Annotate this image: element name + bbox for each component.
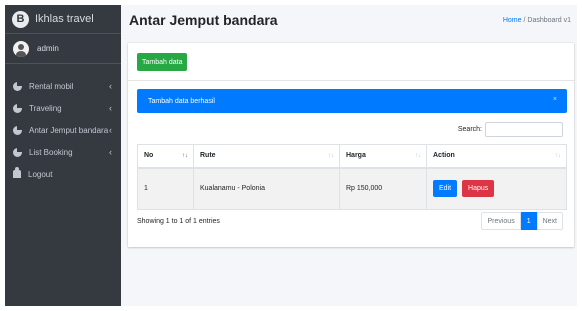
user-panel[interactable]: admin xyxy=(5,34,121,64)
user-icon xyxy=(13,167,21,178)
sidebar-nav: Rental mobil ‹ Traveling ‹ Antar Jemput … xyxy=(5,64,121,185)
user-name: admin xyxy=(37,44,59,53)
table-header-row: No ↑↓ Rute ↑↓ Harga ↑↓ Action ↑↓ xyxy=(137,144,567,169)
column-header-label: Action xyxy=(433,152,455,160)
breadcrumb: Home / Dashboard v1 xyxy=(503,17,571,24)
cell-harga: Rp 150,000 xyxy=(339,167,427,210)
circle-icon xyxy=(13,103,22,113)
sidebar-item-logout[interactable]: Logout xyxy=(5,163,121,185)
avatar xyxy=(13,40,29,57)
pagination-previous[interactable]: Previous xyxy=(481,212,521,230)
breadcrumb-separator: / xyxy=(523,17,526,24)
search-label: Search: xyxy=(457,126,482,133)
column-header-label: Rute xyxy=(200,152,216,160)
column-header-no[interactable]: No ↑↓ xyxy=(137,144,194,169)
sidebar-item-label: Rental mobil xyxy=(29,81,74,91)
cell-no: 1 xyxy=(137,167,194,210)
column-header-rute[interactable]: Rute ↑↓ xyxy=(193,144,340,169)
circle-icon xyxy=(13,125,22,135)
pagination-page[interactable]: 1 xyxy=(520,212,537,230)
data-card: Tambah data Tambah data berhasil × Searc… xyxy=(128,43,574,247)
sidebar-item-list-booking[interactable]: List Booking ‹ xyxy=(5,141,121,163)
breadcrumb-current: Dashboard v1 xyxy=(527,17,571,24)
delete-button[interactable]: Hapus xyxy=(462,180,495,198)
circle-icon xyxy=(13,81,22,91)
sort-icon: ↑↓ xyxy=(328,153,334,159)
sidebar-item-label: List Booking xyxy=(29,147,73,157)
column-header-action[interactable]: Action ↑↓ xyxy=(426,144,567,169)
search-input[interactable] xyxy=(485,122,563,137)
pagination: Previous 1 Next xyxy=(481,212,563,230)
chevron-left-icon: ‹ xyxy=(109,81,112,91)
close-icon[interactable]: × xyxy=(553,96,557,103)
breadcrumb-home-link[interactable]: Home xyxy=(503,17,522,24)
column-header-harga[interactable]: Harga ↑↓ xyxy=(339,144,427,169)
sidebar-item-antar-jemput-bandara[interactable]: Antar Jemput bandara ‹ xyxy=(5,119,121,141)
chevron-left-icon: ‹ xyxy=(109,147,112,157)
pagination-next[interactable]: Next xyxy=(536,212,563,230)
brand-text: Ikhlas travel xyxy=(35,13,94,25)
sidebar-item-label: Antar Jemput bandara xyxy=(29,125,109,135)
brand-link[interactable]: B Ikhlas travel xyxy=(5,5,121,34)
content-wrapper: Antar Jemput bandara Home / Dashboard v1… xyxy=(121,5,577,306)
booking-table: No ↑↓ Rute ↑↓ Harga ↑↓ Action ↑↓ 1 Kuala… xyxy=(137,144,567,210)
circle-icon xyxy=(13,147,22,157)
brand-logo-icon: B xyxy=(12,10,29,28)
sidebar-item-label: Traveling xyxy=(29,103,62,113)
add-data-button[interactable]: Tambah data xyxy=(137,53,188,71)
sort-icon: ↑↓ xyxy=(182,153,188,159)
sidebar-item-traveling[interactable]: Traveling ‹ xyxy=(5,97,121,119)
page-title: Antar Jemput bandara xyxy=(129,12,278,28)
table-row: 1 Kualanamu - Polonia Rp 150,000 Edit Ha… xyxy=(137,167,567,210)
sidebar-item-rental-mobil[interactable]: Rental mobil ‹ xyxy=(5,75,121,97)
sidebar-item-label: Logout xyxy=(28,169,53,179)
cell-action: Edit Hapus xyxy=(426,167,567,210)
table-search: Search: xyxy=(458,122,563,137)
sidebar: B Ikhlas travel admin Rental mobil ‹ Tra… xyxy=(5,5,121,306)
alert-text: Tambah data berhasil xyxy=(148,97,215,105)
chevron-left-icon: ‹ xyxy=(109,103,112,113)
sort-icon: ↑↓ xyxy=(555,153,561,159)
chevron-left-icon: ‹ xyxy=(109,125,112,135)
column-header-label: Harga xyxy=(346,152,366,160)
table-info: Showing 1 to 1 of 1 entries xyxy=(137,218,220,225)
card-divider xyxy=(128,80,574,81)
cell-rute: Kualanamu - Polonia xyxy=(193,167,340,210)
success-alert: Tambah data berhasil × xyxy=(137,89,567,113)
edit-button[interactable]: Edit xyxy=(433,180,458,198)
sort-icon: ↑↓ xyxy=(415,153,421,159)
column-header-label: No xyxy=(144,152,154,160)
